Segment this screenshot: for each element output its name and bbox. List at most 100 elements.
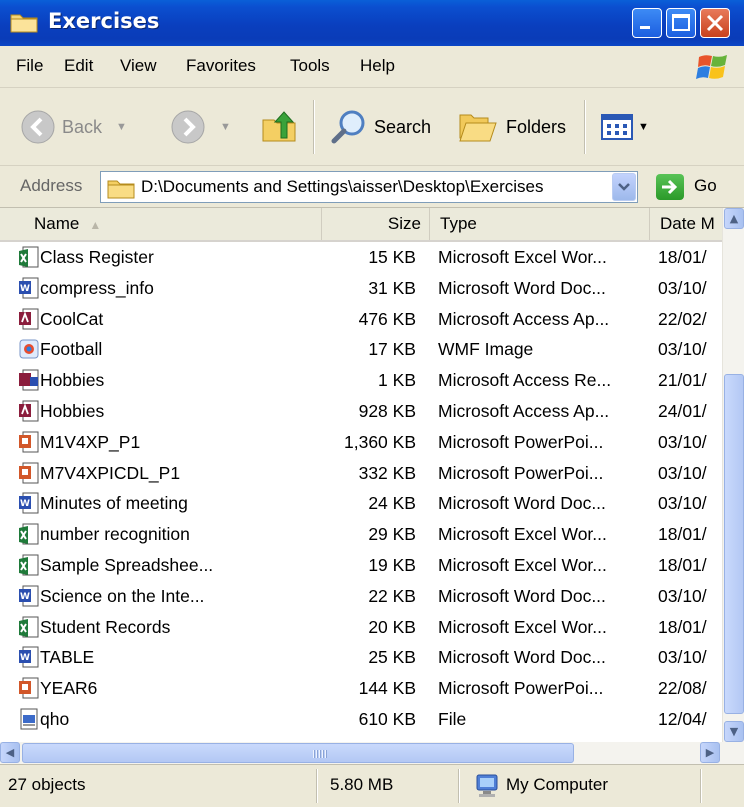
forward-dropdown-icon[interactable]: ▼ bbox=[220, 121, 231, 133]
file-name: M1V4XP_P1 bbox=[40, 431, 141, 452]
column-name[interactable]: Name ▲ bbox=[0, 208, 322, 240]
minimize-icon bbox=[640, 26, 650, 29]
vertical-scrollbar[interactable]: ▲ ▼ bbox=[722, 208, 744, 742]
back-label: Back bbox=[62, 116, 103, 137]
file-date-modified: 12/04/ bbox=[658, 708, 707, 729]
file-row[interactable]: number recognition 29 KB Microsoft Excel W… bbox=[0, 519, 722, 550]
go-arrow-icon[interactable] bbox=[656, 174, 684, 200]
minimize-button[interactable] bbox=[632, 8, 662, 38]
file-list[interactable]: Name ▲ Size Type Date M Class Register 15 … bbox=[0, 208, 744, 742]
file-row[interactable]: Wcompress_info 31 KB Microsoft Word Doc...… bbox=[0, 273, 722, 304]
search-label: Search bbox=[374, 116, 432, 137]
file-type: Microsoft PowerPoi... bbox=[438, 678, 604, 699]
file-size: 332 KB bbox=[358, 462, 416, 483]
scroll-down-button[interactable]: ▼ bbox=[724, 721, 744, 742]
access-file-icon bbox=[19, 400, 39, 422]
file-name: Minutes of meeting bbox=[40, 493, 188, 514]
file-size: 22 KB bbox=[368, 585, 416, 606]
svg-text:W: W bbox=[20, 653, 30, 663]
column-date-modified[interactable]: Date M bbox=[650, 208, 722, 240]
forward-arrow-icon bbox=[171, 110, 205, 144]
file-row[interactable]: Hobbies 928 KB Microsoft Access Ap... 24/01… bbox=[0, 396, 722, 427]
address-field[interactable]: D:\Documents and Settings\aisser\Desktop… bbox=[100, 171, 638, 203]
file-size: 24 KB bbox=[368, 493, 416, 514]
file-row[interactable]: W Minutes of meeting 24 KB Microsoft Word D… bbox=[0, 488, 722, 519]
vertical-scroll-thumb[interactable] bbox=[724, 374, 744, 714]
svg-text:W: W bbox=[20, 499, 30, 509]
file-size: 15 KB bbox=[368, 247, 416, 267]
file-name: Sample Spreadshee... bbox=[40, 554, 214, 575]
file-name: YEAR6 bbox=[40, 678, 98, 699]
go-button[interactable]: Go bbox=[694, 176, 717, 196]
status-separator bbox=[700, 769, 702, 803]
toolbar-separator bbox=[584, 100, 586, 154]
scroll-up-button[interactable]: ▲ bbox=[724, 208, 744, 229]
menu-help[interactable]: Help bbox=[360, 56, 395, 76]
file-row[interactable]: CoolCat 476 KB Microsoft Access Ap... 22/02… bbox=[0, 304, 722, 335]
file-size: 928 KB bbox=[358, 400, 416, 421]
back-button[interactable]: Back ▼ bbox=[20, 100, 127, 154]
file-row[interactable]: Hobbies 1 KB Microsoft Access Re... 21/01/ bbox=[0, 365, 722, 396]
folders-label: Folders bbox=[506, 116, 567, 137]
window-title: Exercises bbox=[48, 9, 160, 33]
up-folder-button[interactable] bbox=[260, 100, 298, 154]
file-date-modified: 21/01/ bbox=[658, 370, 707, 391]
word-file-icon: W bbox=[19, 492, 39, 514]
views-button[interactable]: ▼ bbox=[600, 100, 649, 154]
menu-view[interactable]: View bbox=[120, 56, 157, 76]
scroll-left-button[interactable]: ◀ bbox=[0, 742, 20, 763]
excel-file-icon bbox=[19, 554, 39, 576]
file-name: Science on the Inte... bbox=[40, 585, 205, 606]
file-date-modified: 22/02/ bbox=[658, 308, 707, 329]
file-name: Class Register bbox=[40, 247, 154, 267]
file-date-modified: 03/10/ bbox=[658, 647, 707, 668]
back-dropdown-icon[interactable]: ▼ bbox=[116, 121, 127, 133]
file-row[interactable]: Sample Spreadshee... 19 KB Microsoft Excel… bbox=[0, 550, 722, 581]
column-type[interactable]: Type bbox=[430, 208, 650, 240]
file-date-modified: 03/10/ bbox=[658, 277, 707, 298]
file-type: Microsoft Word Doc... bbox=[438, 647, 606, 668]
folders-button[interactable]: Folders bbox=[458, 100, 566, 154]
title-bar[interactable]: Exercises bbox=[0, 0, 744, 46]
file-row[interactable]: YEAR6 144 KB Microsoft PowerPoi... 22/08/ bbox=[0, 673, 722, 704]
menu-file[interactable]: File bbox=[16, 56, 43, 76]
file-row[interactable]: qho 610 KB File 12/04/ bbox=[0, 704, 722, 735]
status-bar: 27 objects 5.80 MB My Computer bbox=[0, 764, 744, 807]
up-folder-icon bbox=[262, 111, 296, 142]
forward-button[interactable]: ▼ bbox=[170, 100, 231, 154]
file-type: Microsoft Access Ap... bbox=[438, 400, 610, 421]
file-date-modified: 03/10/ bbox=[658, 585, 707, 606]
horizontal-scrollbar[interactable]: ◀ ▶ bbox=[0, 742, 744, 764]
views-dropdown-icon[interactable]: ▼ bbox=[638, 121, 649, 133]
status-total-size: 5.80 MB bbox=[330, 775, 394, 794]
file-type: Microsoft PowerPoi... bbox=[438, 431, 604, 452]
file-row[interactable]: W TABLE 25 KB Microsoft Word Doc... 03/10/ bbox=[0, 642, 722, 673]
file-type: Microsoft Excel Wor... bbox=[438, 554, 607, 575]
horizontal-scroll-thumb[interactable] bbox=[22, 743, 574, 763]
toolbar: Back ▼ ▼ Search Folders ▼ bbox=[0, 88, 744, 166]
file-row[interactable]: W Science on the Inte... 22 KB Microsoft Wo… bbox=[0, 581, 722, 612]
menu-tools[interactable]: Tools bbox=[290, 56, 330, 76]
file-row[interactable]: M1V4XP_P1 1,360 KB Microsoft PowerPoi... 03… bbox=[0, 427, 722, 458]
explorer-window: Exercises File Edit View Favorites Tools… bbox=[0, 0, 744, 807]
views-icon bbox=[601, 114, 633, 140]
file-row[interactable]: M7V4XPICDL_P1 332 KB Microsoft PowerPoi...… bbox=[0, 458, 722, 489]
file-size: 20 KB bbox=[368, 616, 416, 637]
file-row[interactable]: Football 17 KB WMF Image 03/10/ bbox=[0, 334, 722, 365]
maximize-button[interactable] bbox=[666, 8, 696, 38]
search-button[interactable]: Search bbox=[330, 100, 431, 154]
scroll-right-button[interactable]: ▶ bbox=[700, 742, 720, 763]
close-button[interactable] bbox=[700, 8, 730, 38]
address-dropdown-button[interactable] bbox=[612, 173, 636, 201]
file-name: compress_info bbox=[40, 277, 154, 298]
menu-bar: File Edit View Favorites Tools Help bbox=[0, 46, 744, 88]
file-date-modified: 18/01/ bbox=[658, 524, 707, 545]
menu-favorites[interactable]: Favorites bbox=[186, 56, 256, 76]
menu-edit[interactable]: Edit bbox=[64, 56, 93, 76]
file-type: WMF Image bbox=[438, 339, 534, 360]
file-row[interactable]: Class Register 15 KB Microsoft Excel Wor..… bbox=[0, 242, 722, 273]
column-size[interactable]: Size bbox=[322, 208, 430, 240]
close-icon bbox=[706, 14, 724, 32]
file-row[interactable]: Student Records 20 KB Microsoft Excel Wor.… bbox=[0, 612, 722, 643]
file-name: Football bbox=[40, 339, 103, 360]
